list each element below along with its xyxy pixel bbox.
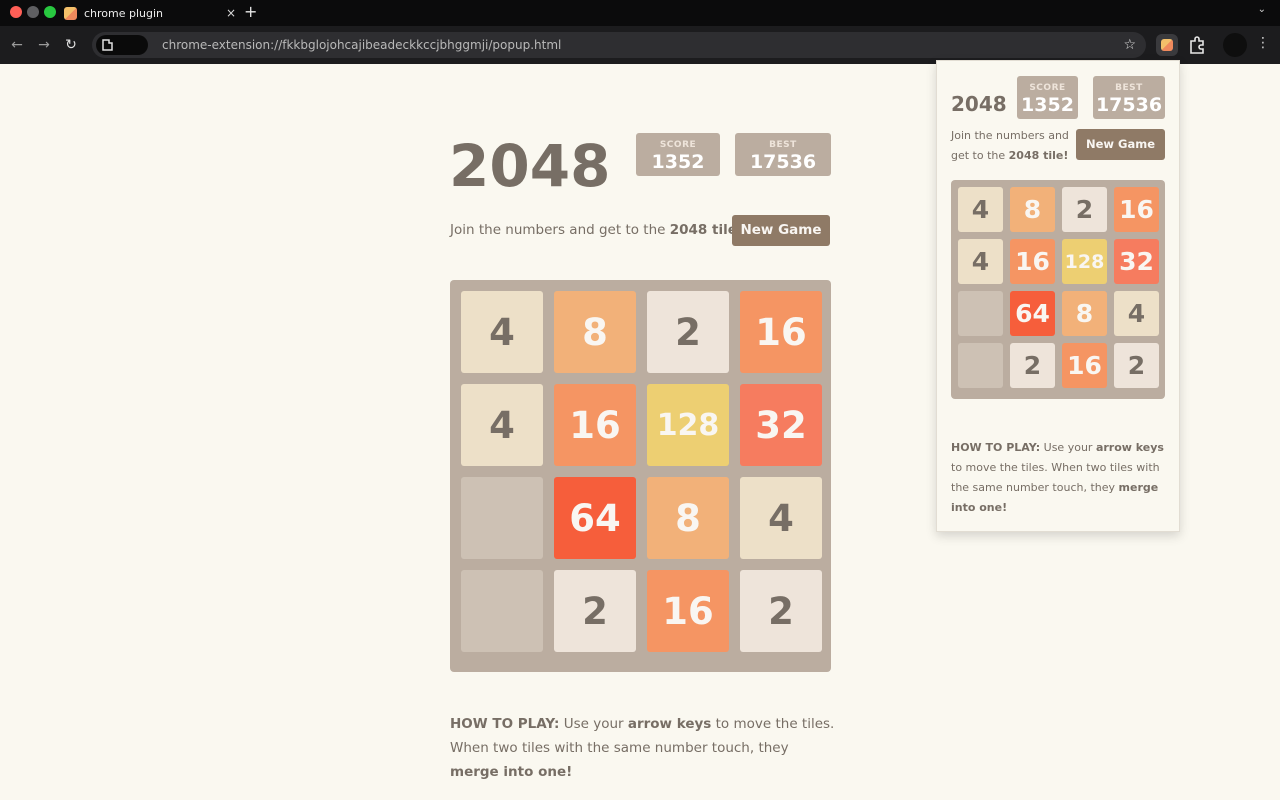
tab-title: chrome plugin (84, 6, 164, 20)
popup-intro-goal: 2048 tile! (1008, 149, 1069, 162)
browser-menu-icon[interactable]: ⋮ (1256, 35, 1270, 51)
popup-how-to-play-text: Use your (1040, 441, 1096, 454)
tile-8: 8 (1062, 291, 1107, 336)
popup-intro: Join the numbers and get to the 2048 til… (951, 126, 1071, 166)
merge-text: merge into one! (450, 764, 573, 780)
tile-64: 64 (554, 477, 636, 559)
how-to-play: HOW TO PLAY: Use your arrow keys to move… (450, 712, 840, 784)
tile-2: 2 (740, 570, 822, 652)
tile-16: 16 (554, 384, 636, 466)
tile-32: 32 (740, 384, 822, 466)
popup-best-value: 17536 (1095, 94, 1163, 116)
empty-cell (461, 477, 543, 559)
forward-button[interactable]: → (34, 35, 54, 55)
game-title: 2048 (449, 132, 611, 200)
game-board[interactable]: 4 8 2 16 4 16 128 32 64 8 4 2 16 2 (450, 280, 831, 672)
browser-tab[interactable]: chrome plugin × (56, 0, 240, 26)
popup-new-game-button[interactable]: New Game (1076, 129, 1165, 160)
extension-favicon-icon (64, 6, 77, 20)
empty-cell (958, 291, 1003, 336)
browser-toolbar: ← → ↻ chrome-extension://fkkbglojohcajib… (0, 26, 1280, 64)
minimize-window-button[interactable] (27, 6, 39, 18)
tab-search-icon[interactable]: ⌄ (1258, 4, 1266, 15)
tile-16: 16 (1062, 343, 1107, 388)
popup-best-label: BEST (1115, 83, 1143, 93)
browser-titlebar: chrome plugin × + ⌄ (0, 0, 1280, 26)
tab-close-icon[interactable]: × (226, 6, 236, 20)
popup-game-title: 2048 (951, 92, 1007, 116)
popup-game-board[interactable]: 4 8 2 16 4 16 128 32 64 8 4 2 16 2 (951, 180, 1165, 399)
tile-16: 16 (740, 291, 822, 373)
tile-8: 8 (647, 477, 729, 559)
tile-2: 2 (1114, 343, 1159, 388)
extension-2048-icon (1161, 39, 1173, 51)
how-to-play-label: HOW TO PLAY: (450, 716, 560, 732)
tile-64: 64 (1010, 291, 1055, 336)
tile-2: 2 (1010, 343, 1055, 388)
score-label: SCORE (659, 140, 697, 150)
tile-16: 16 (1010, 239, 1055, 284)
profile-avatar[interactable] (1223, 33, 1247, 57)
address-bar[interactable]: chrome-extension://fkkbglojohcajibeadeck… (92, 32, 1146, 58)
best-box: BEST 17536 (735, 133, 831, 176)
popup-how-to-play: HOW TO PLAY: Use your arrow keys to move… (951, 438, 1167, 518)
new-tab-button[interactable]: + (244, 2, 257, 21)
popup-score-box: SCORE 1352 (1017, 76, 1078, 119)
bookmark-star-icon[interactable]: ☆ (1123, 32, 1136, 58)
popup-arrow-keys-text: arrow keys (1095, 441, 1164, 454)
tile-2: 2 (1062, 187, 1107, 232)
tile-4: 4 (958, 239, 1003, 284)
tile-32: 32 (1114, 239, 1159, 284)
popup-score-value: 1352 (1021, 94, 1074, 116)
arrow-keys-text: arrow keys (627, 716, 712, 732)
tile-4: 4 (461, 291, 543, 373)
empty-cell (958, 343, 1003, 388)
intro-text: Join the numbers and get to the (450, 222, 670, 238)
reload-button[interactable]: ↻ (61, 35, 81, 55)
maximize-window-button[interactable] (44, 6, 56, 18)
tile-128: 128 (647, 384, 729, 466)
popup-how-to-play-label: HOW TO PLAY: (951, 441, 1041, 454)
tile-16: 16 (1114, 187, 1159, 232)
empty-cell (461, 570, 543, 652)
new-game-button[interactable]: New Game (732, 215, 830, 246)
tile-128: 128 (1062, 239, 1107, 284)
extension-popup: 2048 SCORE 1352 BEST 17536 Join the numb… (936, 60, 1180, 532)
score-box: SCORE 1352 (636, 133, 720, 176)
tile-16: 16 (647, 570, 729, 652)
game-intro: Join the numbers and get to the 2048 til… (450, 222, 743, 238)
popup-best-box: BEST 17536 (1093, 76, 1165, 119)
tile-4: 4 (461, 384, 543, 466)
url-text[interactable]: chrome-extension://fkkbglojohcajibeadeck… (162, 32, 561, 58)
popup-score-label: SCORE (1029, 83, 1066, 93)
back-button[interactable]: ← (7, 35, 27, 55)
tile-4: 4 (958, 187, 1003, 232)
tile-4: 4 (740, 477, 822, 559)
extension-page-icon (102, 39, 113, 51)
extension-2048-button[interactable] (1156, 34, 1178, 56)
best-label: BEST (769, 140, 797, 150)
extensions-puzzle-icon[interactable] (1186, 34, 1208, 56)
tile-8: 8 (554, 291, 636, 373)
tile-2: 2 (554, 570, 636, 652)
score-value: 1352 (651, 151, 705, 173)
tile-8: 8 (1010, 187, 1055, 232)
how-to-play-text: Use your (559, 716, 628, 732)
site-info-chip[interactable] (96, 35, 148, 55)
tile-4: 4 (1114, 291, 1159, 336)
best-value: 17536 (749, 151, 817, 173)
close-window-button[interactable] (10, 6, 22, 18)
tile-2: 2 (647, 291, 729, 373)
